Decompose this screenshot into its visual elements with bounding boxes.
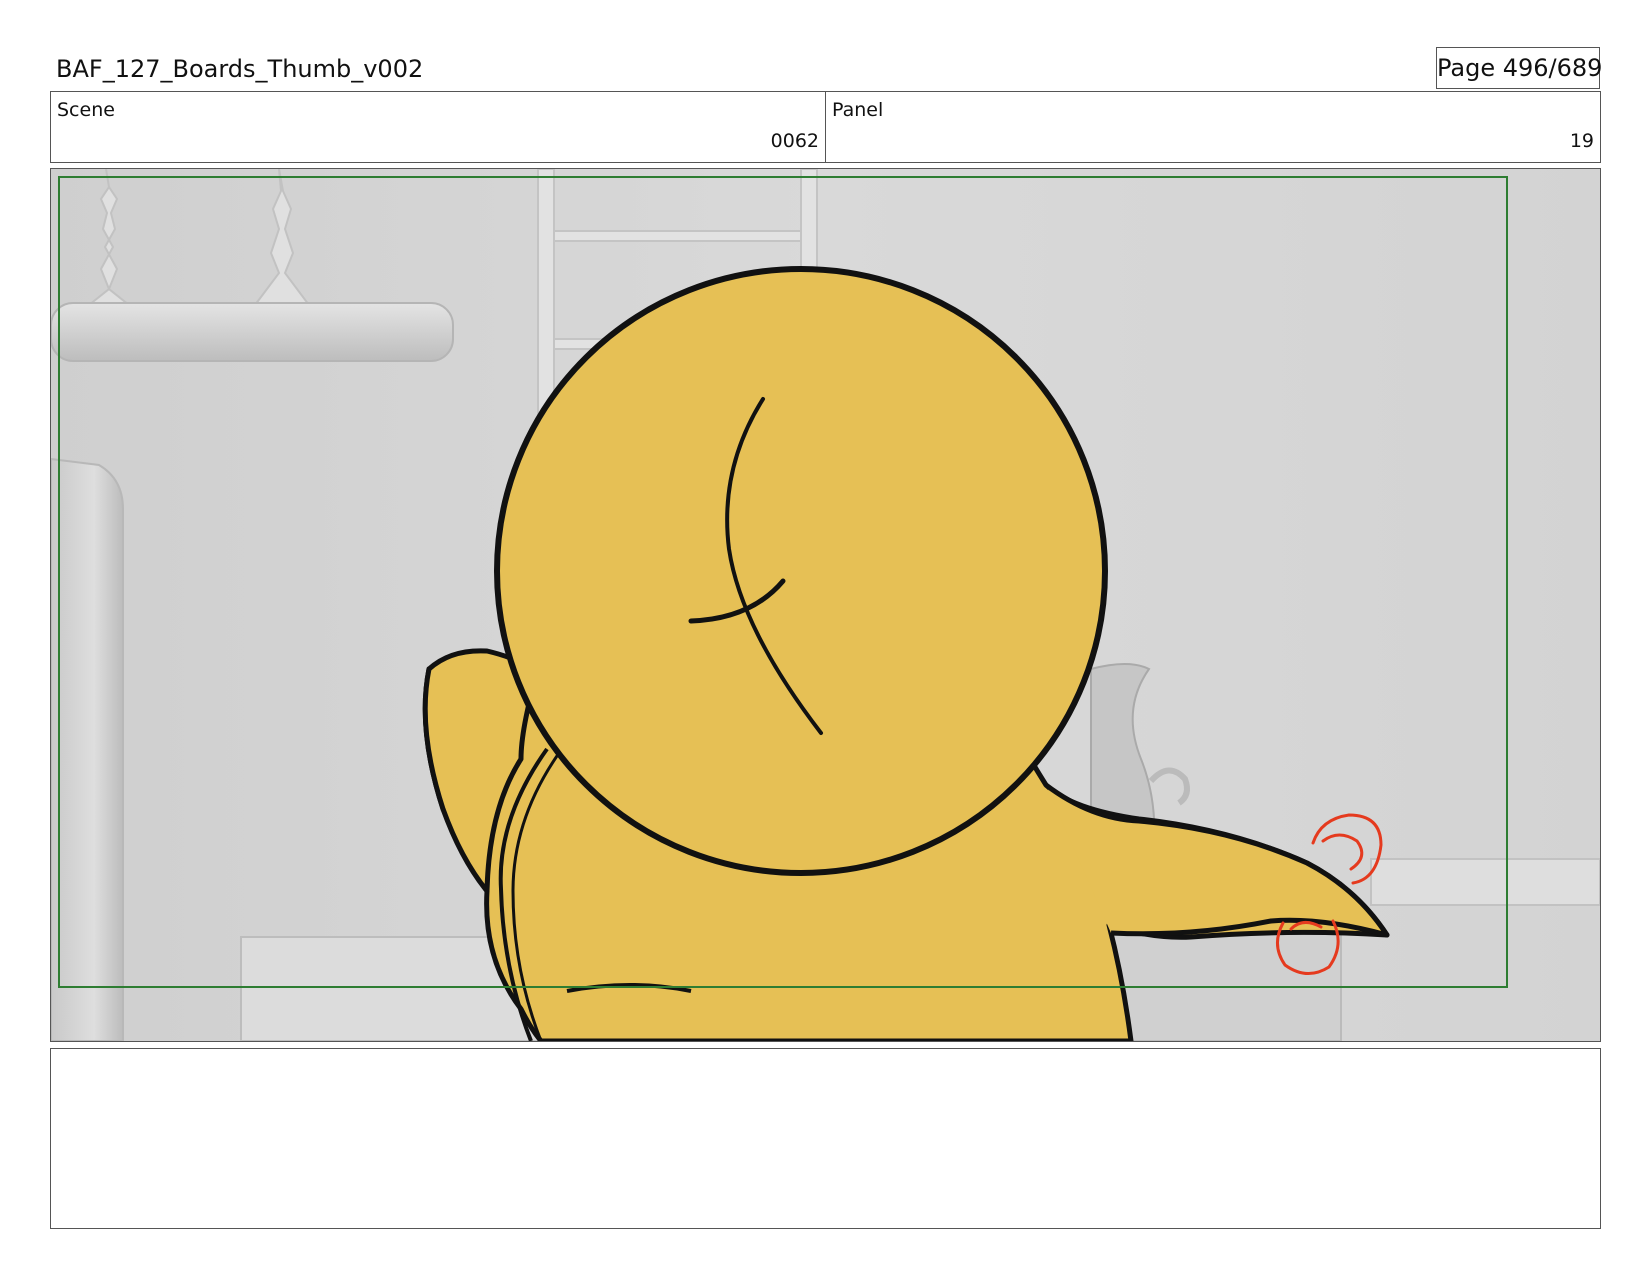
scene-cell: Scene 0062 [51, 92, 825, 162]
storyboard-drawing [51, 169, 1600, 1041]
background-column [51, 457, 124, 1041]
page-number: Page 496/689 [1436, 47, 1602, 89]
scene-number: 0062 [770, 130, 819, 152]
notes-box [50, 1048, 1601, 1229]
background-baseboard [1370, 858, 1600, 906]
panel-label: Panel [832, 99, 884, 121]
character-head [494, 266, 1108, 876]
background-bench [1110, 926, 1342, 1041]
scene-panel-info: Scene 0062 Panel 19 [50, 91, 1601, 163]
panel-number: 19 [1569, 130, 1594, 152]
scene-label: Scene [57, 99, 115, 121]
document-title: BAF_127_Boards_Thumb_v002 [56, 55, 424, 83]
panel-cell: Panel 19 [825, 92, 1600, 162]
storyboard-frame [50, 168, 1601, 1042]
